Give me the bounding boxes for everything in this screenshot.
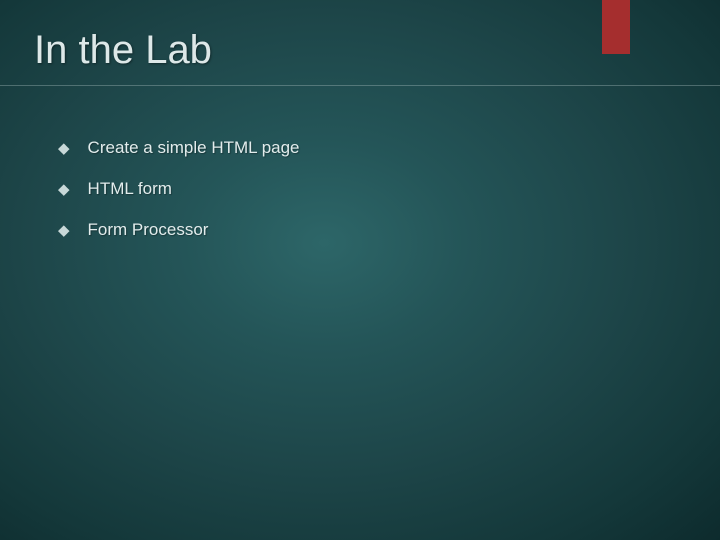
diamond-bullet-icon: ◆	[58, 223, 70, 238]
slide-container: In the Lab ◆ Create a simple HTML page ◆…	[0, 0, 720, 540]
list-item: ◆ Create a simple HTML page	[58, 138, 680, 158]
slide-title: In the Lab	[34, 28, 212, 73]
title-underline	[0, 85, 720, 86]
diamond-bullet-icon: ◆	[58, 141, 70, 156]
list-item: ◆ Form Processor	[58, 220, 680, 240]
bullet-text: Create a simple HTML page	[88, 138, 300, 158]
bullet-text: HTML form	[88, 179, 172, 199]
list-item: ◆ HTML form	[58, 179, 680, 199]
bullet-text: Form Processor	[88, 220, 209, 240]
content-area: ◆ Create a simple HTML page ◆ HTML form …	[58, 138, 680, 261]
accent-bar	[602, 0, 630, 54]
diamond-bullet-icon: ◆	[58, 182, 70, 197]
